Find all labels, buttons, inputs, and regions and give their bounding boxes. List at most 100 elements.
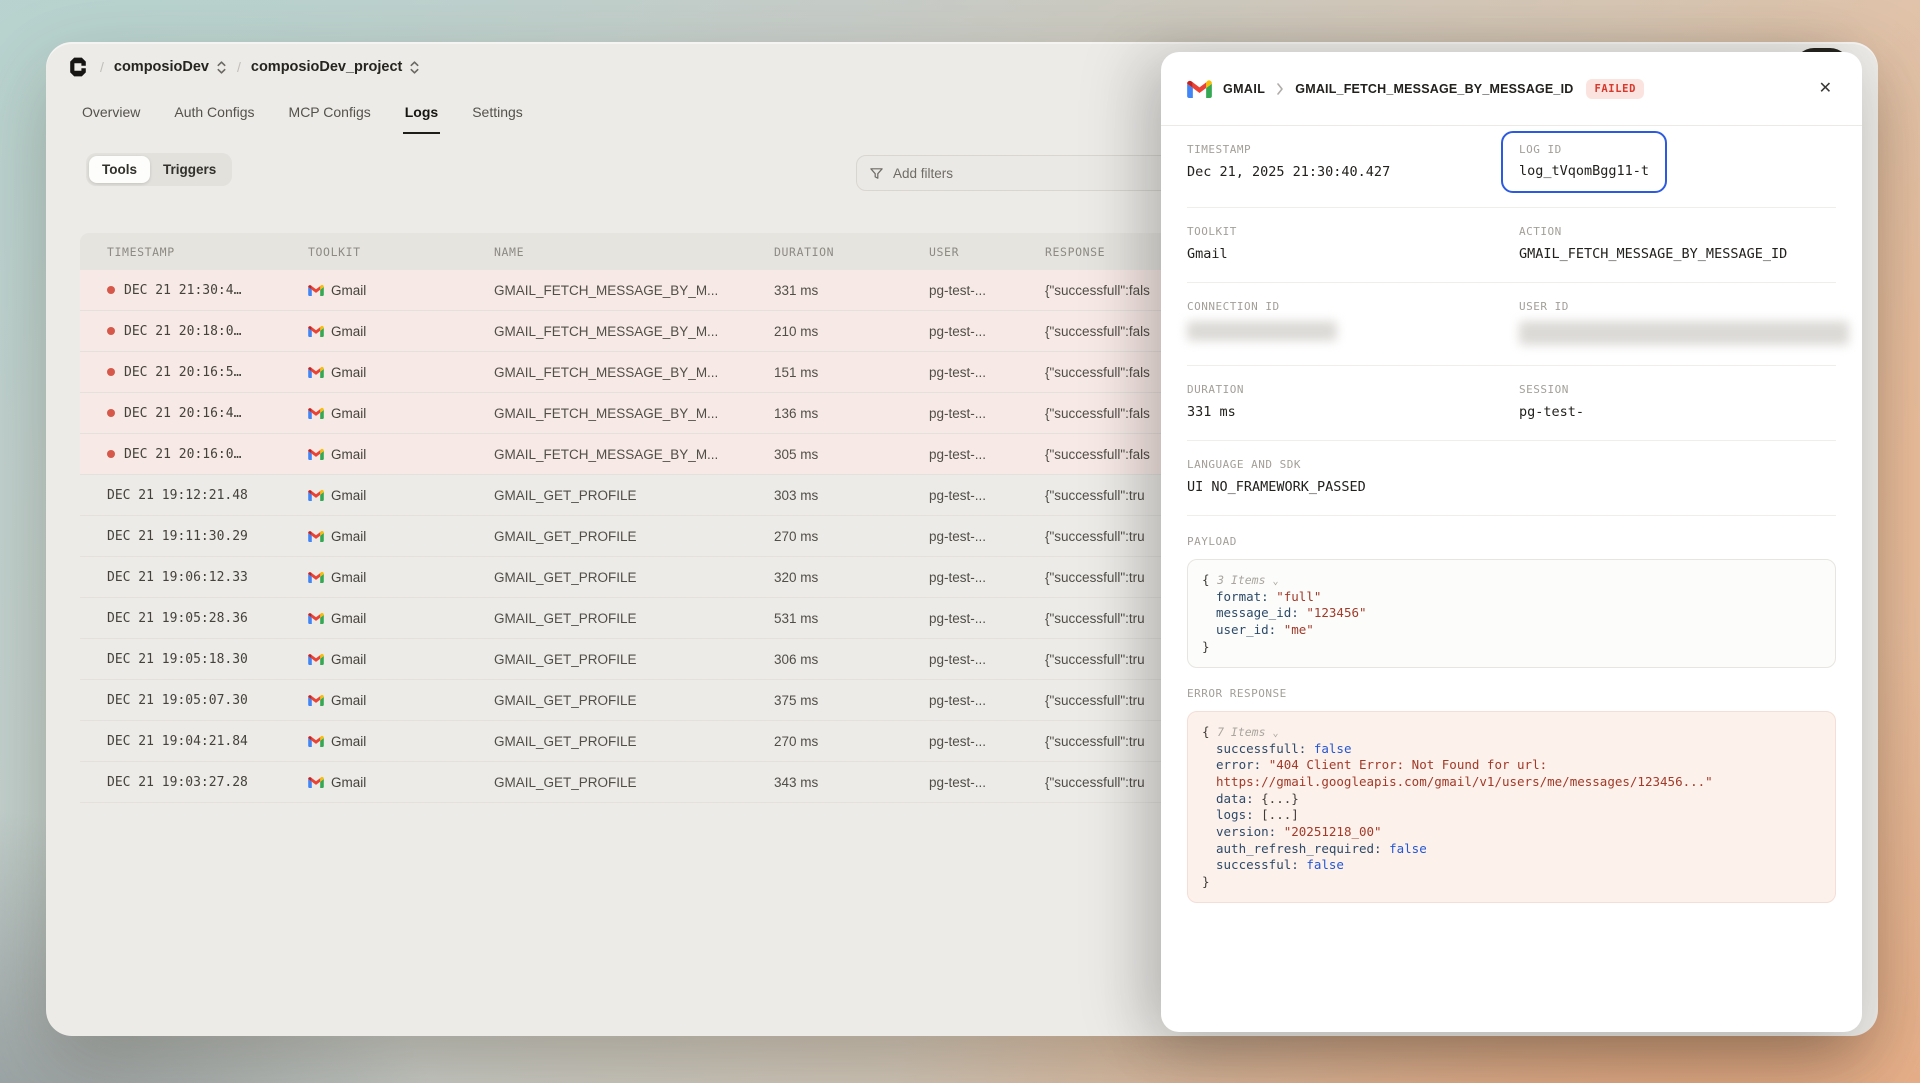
row-timestamp: DEC 21 19:05:28.36 [107,611,248,626]
row-duration: 343 ms [774,775,929,790]
json-entry: error: "404 Client Error: Not Found for … [1216,757,1821,790]
panel-body: TIMESTAMP Dec 21, 2025 21:30:40.427 LOG … [1161,126,1862,903]
field-value: UI NO_FRAMEWORK_PASSED [1187,479,1836,495]
field-logid-highlighted[interactable]: LOG ID log_tVqomBgg11-t [1501,131,1667,193]
tab-auth-configs[interactable]: Auth Configs [172,100,256,134]
panel-header: GMAIL GMAIL_FETCH_MESSAGE_BY_MESSAGE_ID … [1161,52,1862,126]
row-name: GMAIL_GET_PROFILE [494,734,774,749]
row-user: pg-test-... [929,775,1045,790]
row-duration: 270 ms [774,734,929,749]
row-timestamp: DEC 21 19:11:30.29 [107,529,248,544]
gmail-icon [308,284,324,296]
field-label: ACTION [1519,225,1836,238]
gmail-icon [308,530,324,542]
row-name: GMAIL_GET_PROFILE [494,693,774,708]
row-user: pg-test-... [929,488,1045,503]
desktop-background: / composioDev / composioDev_project Over… [0,0,1920,1083]
field-row-timestamp-logid: TIMESTAMP Dec 21, 2025 21:30:40.427 LOG … [1187,126,1836,208]
field-label: LOG ID [1519,143,1649,156]
logs-type-toggle: Tools Triggers [86,153,232,186]
payload-label: PAYLOAD [1187,535,1836,548]
field-action: ACTION GMAIL_FETCH_MESSAGE_BY_MESSAGE_ID [1519,225,1836,262]
status-badge: FAILED [1586,79,1644,99]
failed-dot-icon [107,409,115,417]
field-user-id: USER ID [1519,300,1849,345]
row-timestamp: DEC 21 19:04:21.84 [107,734,248,749]
close-icon[interactable]: ✕ [1815,77,1836,101]
breadcrumb: / composioDev / composioDev_project [66,53,420,81]
items-count: 7 Items ⌄ [1217,725,1278,739]
row-toolkit: Gmail [331,365,366,380]
failed-dot-icon [107,286,115,294]
org-name: composioDev [114,59,209,75]
row-duration: 320 ms [774,570,929,585]
tab-settings[interactable]: Settings [470,100,525,134]
row-toolkit: Gmail [331,488,366,503]
chevron-updown-icon [409,60,420,75]
row-name: GMAIL_GET_PROFILE [494,611,774,626]
gmail-icon [308,612,324,624]
gmail-icon [308,325,324,337]
collapse-chevron-icon: ⌄ [1272,576,1278,587]
field-value: Gmail [1187,246,1519,262]
row-toolkit: Gmail [331,447,366,462]
row-timestamp: DEC 21 20:18:0… [124,324,241,339]
toggle-tools[interactable]: Tools [89,156,150,183]
panel-toolkit-crumb[interactable]: GMAIL [1223,82,1265,96]
json-entry: user_id: "me" [1216,622,1821,639]
row-timestamp: DEC 21 19:05:18.30 [107,652,248,667]
row-timestamp: DEC 21 19:03:27.28 [107,775,248,790]
project-name: composioDev_project [251,59,403,75]
json-entry: data: {...} [1216,791,1821,808]
row-name: GMAIL_GET_PROFILE [494,775,774,790]
redacted-value [1187,321,1337,341]
breadcrumb-separator: / [237,59,241,75]
row-toolkit: Gmail [331,283,366,298]
row-timestamp: DEC 21 21:30:4… [124,283,241,298]
row-name: GMAIL_FETCH_MESSAGE_BY_M... [494,447,774,462]
funnel-icon [869,166,884,181]
row-toolkit: Gmail [331,734,366,749]
gmail-icon [308,694,324,706]
row-user: pg-test-... [929,283,1045,298]
row-duration: 531 ms [774,611,929,626]
row-timestamp: DEC 21 20:16:5… [124,365,241,380]
error-response-json-viewer[interactable]: { 7 Items ⌄successfull: falseerror: "404… [1187,711,1836,903]
tab-mcp-configs[interactable]: MCP Configs [287,100,373,134]
payload-json-viewer[interactable]: { 3 Items ⌄format: "full"message_id: "12… [1187,559,1836,668]
field-label: TOOLKIT [1187,225,1519,238]
field-session: SESSION pg-test- [1519,383,1836,420]
row-user: pg-test-... [929,611,1045,626]
row-user: pg-test-... [929,693,1045,708]
json-entry: version: "20251218_00" [1216,824,1821,841]
field-label: LANGUAGE AND SDK [1187,458,1836,471]
row-toolkit: Gmail [331,693,366,708]
breadcrumb-separator: / [100,59,104,75]
project-selector[interactable]: composioDev_project [251,59,421,75]
json-entry: successfull: false [1216,741,1821,758]
row-name: GMAIL_FETCH_MESSAGE_BY_M... [494,365,774,380]
gmail-icon [308,653,324,665]
toggle-triggers[interactable]: Triggers [150,156,229,183]
error-response-label: ERROR RESPONSE [1187,687,1836,700]
field-row-connection-user: CONNECTION ID USER ID [1187,283,1836,366]
org-selector[interactable]: composioDev [114,59,227,75]
gmail-icon [308,407,324,419]
field-value: 331 ms [1187,404,1519,420]
gmail-icon [308,366,324,378]
field-value: GMAIL_FETCH_MESSAGE_BY_MESSAGE_ID [1519,246,1836,262]
field-label: TIMESTAMP [1187,143,1519,156]
row-duration: 270 ms [774,529,929,544]
row-name: GMAIL_FETCH_MESSAGE_BY_M... [494,283,774,298]
row-name: GMAIL_FETCH_MESSAGE_BY_M... [494,324,774,339]
tab-logs[interactable]: Logs [403,100,440,134]
tab-overview[interactable]: Overview [80,100,142,134]
field-label: DURATION [1187,383,1519,396]
row-toolkit: Gmail [331,570,366,585]
row-name: GMAIL_FETCH_MESSAGE_BY_M... [494,406,774,421]
row-user: pg-test-... [929,652,1045,667]
gmail-icon [308,448,324,460]
field-label: USER ID [1519,300,1849,313]
add-filters-label: Add filters [893,166,953,181]
chevron-right-icon [1276,83,1284,95]
